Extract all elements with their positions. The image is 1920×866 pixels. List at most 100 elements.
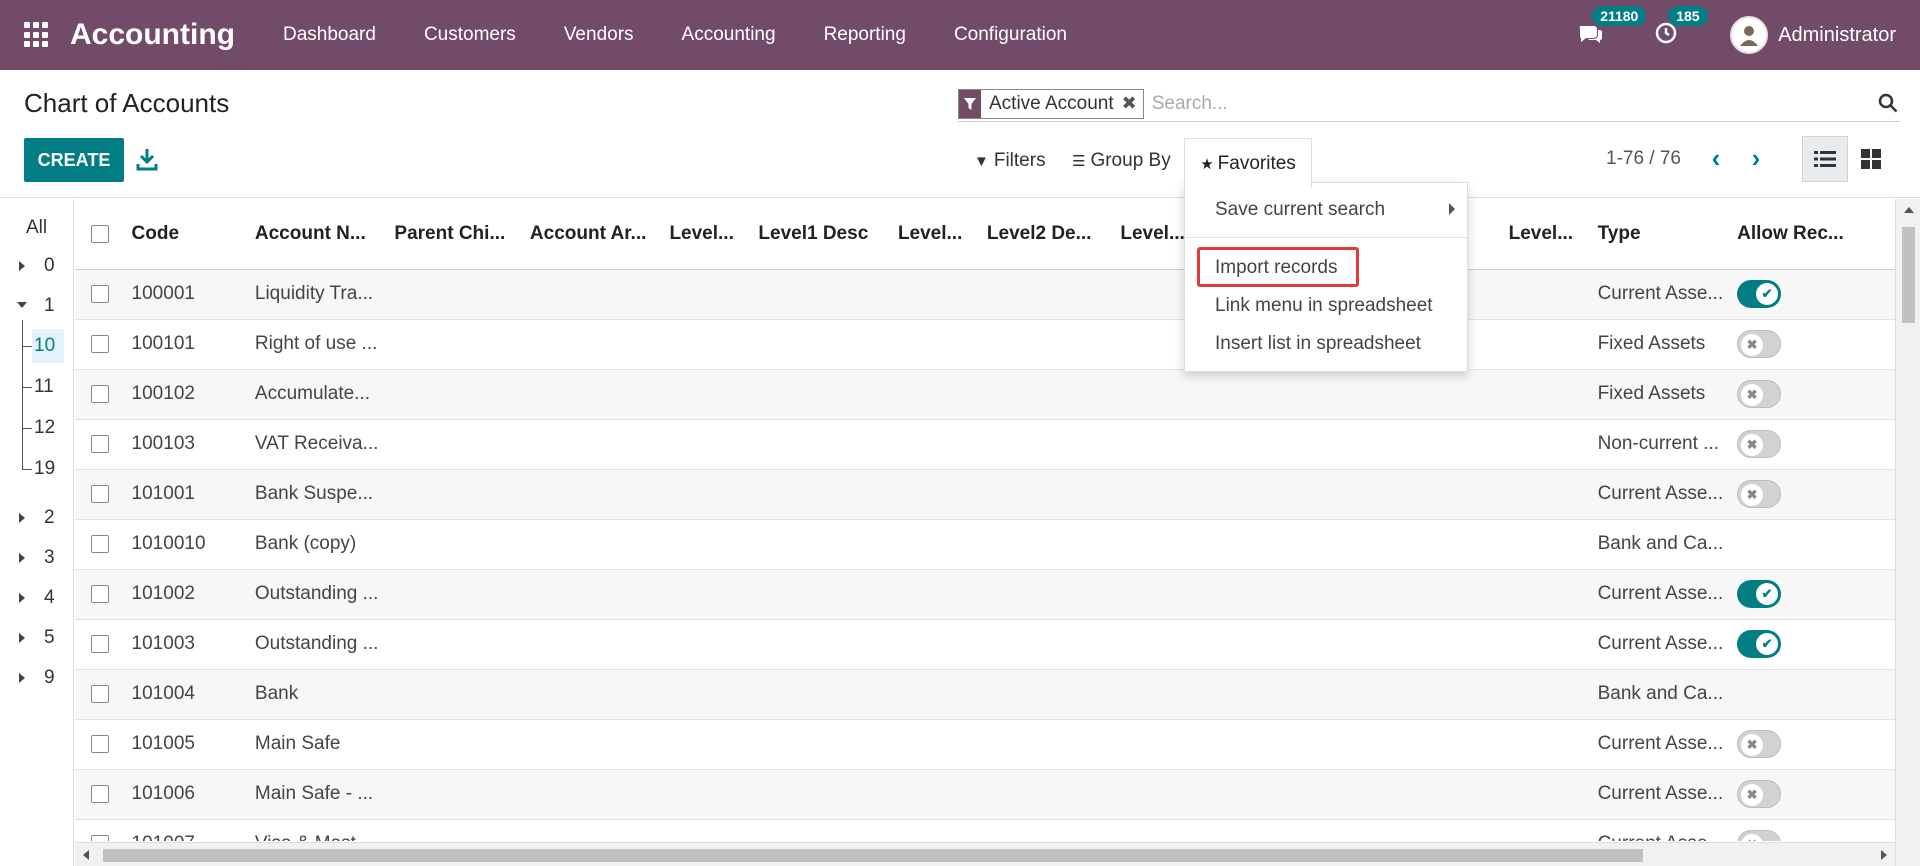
cell-empty[interactable] [388, 619, 523, 669]
reconcile-toggle[interactable]: ✔ [1737, 280, 1782, 308]
row-checkbox[interactable] [91, 835, 109, 841]
cell-type[interactable]: Fixed Assets [1592, 319, 1732, 369]
cell-account-name[interactable]: Right of use ... [249, 319, 389, 369]
cell-empty[interactable] [981, 419, 1114, 469]
cell-account-name[interactable]: Bank [249, 669, 389, 719]
column-header[interactable]: Level... [1502, 199, 1592, 270]
expand-icon[interactable] [19, 261, 25, 271]
cell-type[interactable]: Fixed Assets [1592, 369, 1732, 419]
tree-item-0[interactable]: 0 [44, 255, 55, 277]
cell-empty[interactable] [1114, 619, 1207, 669]
cell-empty[interactable] [663, 769, 752, 819]
table-row[interactable]: 100103 VAT Receiva... Non-current ... ✖ [75, 419, 1895, 469]
cell-empty[interactable] [388, 519, 523, 569]
table-row[interactable]: 101005 Main Safe Current Asse... ✖ [75, 719, 1895, 769]
cell-empty[interactable] [524, 419, 664, 469]
cell-code[interactable]: 100102 [126, 369, 249, 419]
row-select-cell[interactable] [75, 419, 126, 469]
search-icon[interactable] [1878, 93, 1900, 115]
cell-code[interactable]: 101005 [126, 719, 249, 769]
messaging-icon[interactable]: 21180 [1578, 6, 1647, 50]
table-row[interactable]: 101004 Bank Bank and Ca... [75, 669, 1895, 719]
cell-empty[interactable] [663, 369, 752, 419]
row-select-cell[interactable] [75, 269, 126, 319]
row-select-cell[interactable] [75, 619, 126, 669]
cell-empty[interactable] [892, 469, 981, 519]
cell-empty[interactable] [388, 269, 523, 319]
cell-empty[interactable] [524, 819, 664, 841]
cell-empty[interactable] [752, 419, 892, 469]
row-checkbox[interactable] [91, 535, 109, 553]
cell-empty[interactable] [981, 619, 1114, 669]
row-checkbox[interactable] [91, 585, 109, 603]
cell-allow-reconcile[interactable]: ✖ [1731, 369, 1895, 419]
table-row[interactable]: 100102 Accumulate... Fixed Assets ✖ [75, 369, 1895, 419]
cell-empty[interactable] [524, 519, 664, 569]
cell-empty[interactable] [981, 669, 1114, 719]
cell-empty[interactable] [524, 469, 664, 519]
cell-empty[interactable] [1114, 369, 1207, 419]
cell-empty[interactable] [892, 569, 981, 619]
cell-empty[interactable] [1114, 769, 1207, 819]
cell-empty[interactable] [1503, 319, 1592, 369]
row-checkbox[interactable] [91, 635, 109, 653]
cell-empty[interactable] [388, 319, 523, 369]
cell-empty[interactable] [1381, 569, 1502, 619]
cell-empty[interactable] [752, 319, 892, 369]
horizontal-scrollbar[interactable] [75, 842, 1895, 866]
row-checkbox[interactable] [91, 335, 109, 353]
tree-item-5[interactable]: 5 [44, 627, 55, 649]
search-facet[interactable]: Active Account ✖ [958, 88, 1144, 119]
cell-allow-reconcile[interactable]: ✖ [1731, 319, 1895, 369]
menu-vendors[interactable]: Vendors [540, 0, 658, 70]
cell-allow-reconcile[interactable]: ✖ [1731, 419, 1895, 469]
cell-code[interactable]: 101001 [126, 469, 249, 519]
cell-code[interactable]: 101004 [126, 669, 249, 719]
cell-empty[interactable] [524, 669, 664, 719]
row-select-cell[interactable] [75, 369, 126, 419]
tree-item-10[interactable]: 10 [34, 335, 55, 357]
row-select-cell[interactable] [75, 319, 126, 369]
scroll-up-icon[interactable] [1904, 207, 1914, 213]
cell-empty[interactable] [981, 469, 1114, 519]
reconcile-toggle[interactable]: ✔ [1737, 630, 1782, 658]
cell-empty[interactable] [752, 669, 892, 719]
cell-type[interactable]: Current Asse... [1592, 719, 1732, 769]
cell-type[interactable]: Current Asse... [1592, 819, 1732, 841]
column-header[interactable]: Account Ar... [523, 199, 664, 270]
tree-item-4[interactable]: 4 [44, 587, 55, 609]
menu-configuration[interactable]: Configuration [930, 0, 1091, 70]
cell-empty[interactable] [1503, 469, 1592, 519]
cell-empty[interactable] [1207, 619, 1381, 669]
cell-empty[interactable] [524, 569, 664, 619]
tree-item-1[interactable]: 1 [44, 295, 55, 317]
cell-account-name[interactable]: Main Safe - ... [249, 769, 389, 819]
cell-empty[interactable] [1503, 619, 1592, 669]
table-row[interactable]: 101006 Main Safe - ... Current Asse... ✖ [75, 769, 1895, 819]
row-select-cell[interactable] [75, 469, 126, 519]
user-name[interactable]: Administrator [1778, 24, 1896, 47]
cell-empty[interactable] [1381, 669, 1502, 719]
menu-accounting[interactable]: Accounting [658, 0, 800, 70]
cell-empty[interactable] [752, 719, 892, 769]
row-select-cell[interactable] [75, 769, 126, 819]
cell-empty[interactable] [663, 569, 752, 619]
cell-empty[interactable] [663, 519, 752, 569]
apps-menu-icon[interactable] [24, 22, 50, 48]
column-header[interactable]: Level2 De... [980, 199, 1115, 270]
reconcile-toggle[interactable]: ✖ [1737, 330, 1782, 358]
cell-empty[interactable] [981, 569, 1114, 619]
cell-empty[interactable] [1503, 519, 1592, 569]
cell-empty[interactable] [1207, 669, 1381, 719]
filters-button[interactable]: ▼ Filters [974, 140, 1046, 182]
cell-code[interactable]: 101003 [126, 619, 249, 669]
row-checkbox[interactable] [91, 735, 109, 753]
menu-item-import-records[interactable]: Import records [1215, 257, 1337, 279]
cell-empty[interactable] [1114, 469, 1207, 519]
facet-remove-icon[interactable]: ✖ [1122, 90, 1143, 118]
column-header[interactable]: Level... [663, 199, 753, 270]
reconcile-toggle[interactable]: ✖ [1737, 780, 1782, 808]
cell-empty[interactable] [981, 369, 1114, 419]
tree-item-2[interactable]: 2 [44, 507, 55, 529]
cell-empty[interactable] [981, 719, 1114, 769]
